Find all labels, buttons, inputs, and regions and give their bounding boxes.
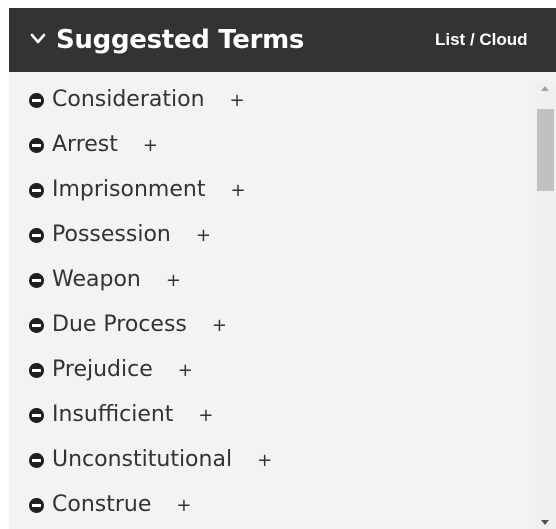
list-item: Weapon + [9,259,509,299]
minus-circle-icon[interactable] [29,408,44,423]
term-label: Due Process [52,312,187,337]
term-label: Weapon [52,267,141,292]
minus-circle-icon[interactable] [29,498,44,513]
list-item: Unconstitutional + [9,439,509,479]
scrollbar-thumb[interactable] [537,109,554,191]
term-label: Possession [52,222,171,247]
minus-circle-icon[interactable] [29,228,44,243]
chevron-down-icon[interactable] [30,32,46,46]
vertical-scrollbar[interactable] [535,82,556,529]
term-label: Unconstitutional [52,447,233,472]
add-term-button[interactable]: + [212,315,227,336]
panel-header[interactable]: Suggested Terms List / Cloud [9,8,556,72]
list-item: Due Process + [9,304,509,344]
minus-circle-icon[interactable] [29,318,44,333]
add-term-button[interactable]: + [196,225,211,246]
add-term-button[interactable]: + [198,405,213,426]
add-term-button[interactable]: + [257,450,272,471]
add-term-button[interactable]: + [178,360,193,381]
list-item: Possession + [9,214,509,254]
list-item: Imprisonment + [9,169,509,209]
term-label: Imprisonment [52,177,206,202]
term-label: Arrest [52,132,118,157]
add-term-button[interactable]: + [166,270,181,291]
add-term-button[interactable]: + [176,495,191,516]
list-item: Construe + [9,484,509,524]
panel-title: Suggested Terms [56,25,305,55]
minus-circle-icon[interactable] [29,453,44,468]
list-item: Consideration + [9,79,509,119]
list-item: Prejudice + [9,349,509,389]
scroll-up-arrow-icon[interactable] [541,86,549,91]
minus-circle-icon[interactable] [29,93,44,108]
term-label: Insufficient [52,402,174,427]
list-cloud-toggle[interactable]: List / Cloud [435,30,528,50]
scroll-down-arrow-icon[interactable] [541,520,549,525]
term-label: Construe [52,492,152,517]
minus-circle-icon[interactable] [29,138,44,153]
minus-circle-icon[interactable] [29,363,44,378]
list-item: Insufficient + [9,394,509,434]
minus-circle-icon[interactable] [29,183,44,198]
list-item: Arrest + [9,124,509,164]
term-label: Prejudice [52,357,153,382]
terms-list: Consideration + Arrest + Imprisonment + Pos… [9,72,529,529]
add-term-button[interactable]: + [143,135,158,156]
term-label: Consideration [52,87,205,112]
add-term-button[interactable]: + [230,180,245,201]
add-term-button[interactable]: + [230,90,245,111]
suggested-terms-panel: Suggested Terms List / Cloud Considerati… [9,8,556,529]
minus-circle-icon[interactable] [29,273,44,288]
